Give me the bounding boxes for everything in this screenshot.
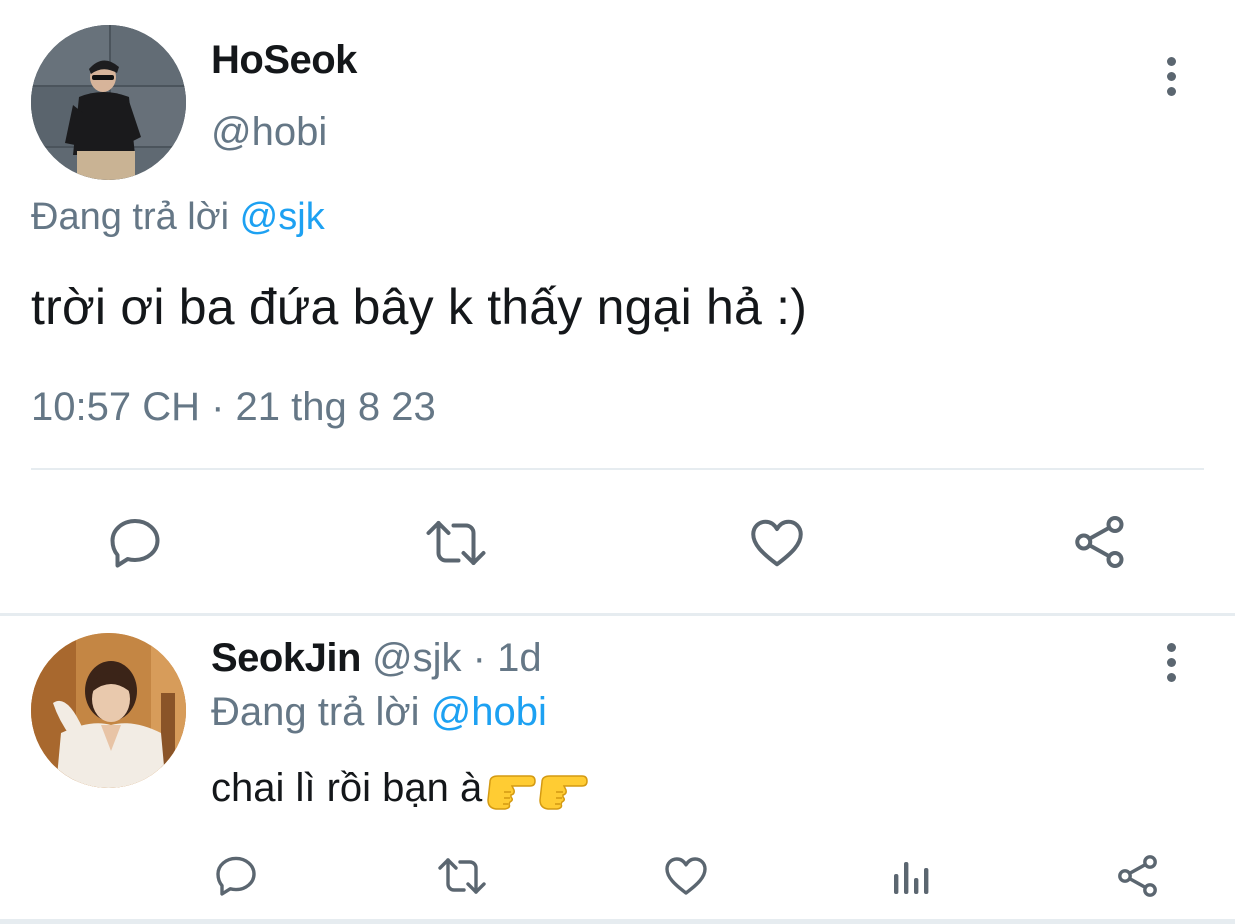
- display-name[interactable]: HoSeok: [211, 38, 357, 83]
- divider: [0, 613, 1235, 616]
- replying-to-mention[interactable]: @sjk: [240, 196, 325, 238]
- more-options-icon[interactable]: [1165, 643, 1177, 682]
- more-options-icon[interactable]: [1165, 57, 1177, 96]
- replying-to-line: Đang trả lời @hobi: [211, 690, 547, 735]
- pointing-right-emoji-icon: [539, 775, 589, 810]
- tweet-text: chai lì rồi bạn à: [211, 765, 483, 810]
- share-icon[interactable]: [1070, 512, 1130, 572]
- pointing-right-emoji-icon: [487, 775, 537, 810]
- display-name[interactable]: SeokJin: [211, 636, 361, 680]
- pointing-right-emoji-group: [484, 764, 589, 812]
- user-handle[interactable]: @sjk: [372, 636, 462, 680]
- avatar[interactable]: [31, 25, 186, 180]
- analytics-icon[interactable]: [888, 852, 936, 900]
- tweet-time[interactable]: 1d: [497, 636, 542, 680]
- retweet-icon[interactable]: [423, 513, 489, 573]
- avatar[interactable]: [31, 633, 186, 788]
- like-icon[interactable]: [662, 852, 710, 900]
- replying-prefix: Đang trả lời: [31, 196, 230, 238]
- like-icon[interactable]: [747, 513, 807, 573]
- divider: [31, 468, 1204, 470]
- tweet-text: trời ơi ba đứa bây k thấy ngại hả :): [31, 279, 808, 335]
- reply-text-line: chai lì rồi bạn à: [211, 764, 589, 812]
- separator-dot: ·: [472, 636, 486, 680]
- user-handle[interactable]: @hobi: [211, 110, 327, 155]
- replying-to-line: Đang trả lời @sjk: [31, 196, 325, 239]
- reply-icon[interactable]: [105, 513, 165, 573]
- tweet-timestamp[interactable]: 10:57 CH · 21 thg 8 23: [31, 385, 436, 430]
- divider: [0, 919, 1235, 924]
- reply-icon[interactable]: [212, 852, 260, 900]
- retweet-icon[interactable]: [435, 852, 489, 900]
- replying-to-mention[interactable]: @hobi: [431, 690, 547, 734]
- replying-prefix: Đang trả lời: [211, 690, 420, 734]
- reply-header: SeokJin @sjk · 1d: [211, 636, 542, 681]
- share-icon[interactable]: [1114, 852, 1162, 900]
